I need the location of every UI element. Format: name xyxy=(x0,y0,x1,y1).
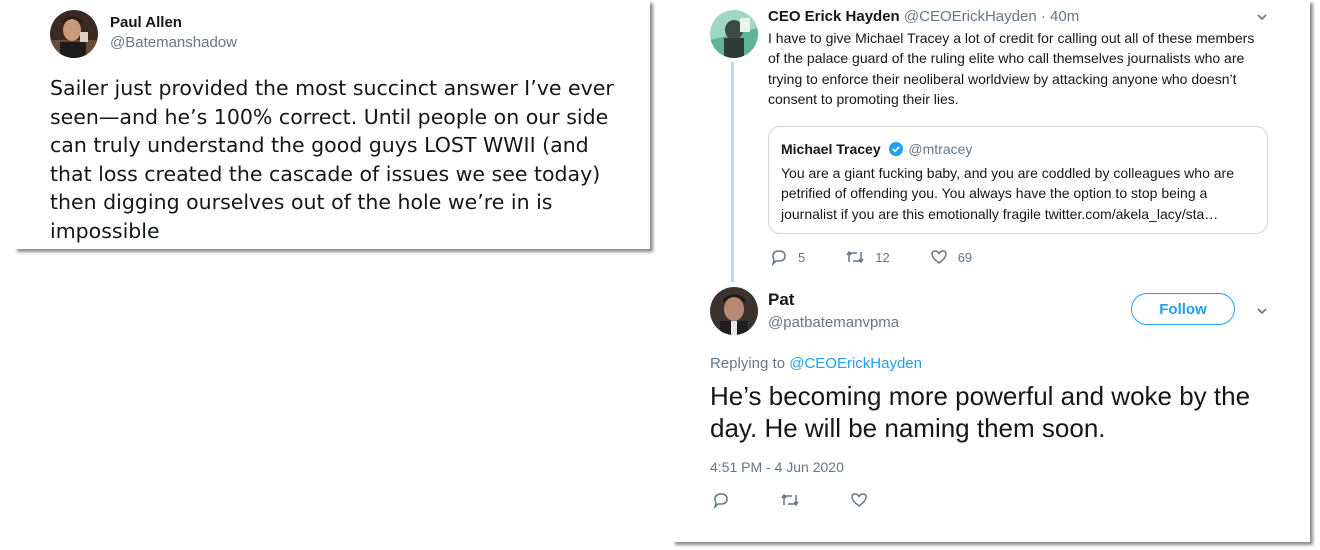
replying-to: Replying to @CEOErickHayden xyxy=(710,355,922,372)
paul-allen-avatar[interactable] xyxy=(50,10,98,58)
reply-author-handle[interactable]: @patbatemanvpma xyxy=(768,314,899,331)
heart-icon xyxy=(851,493,867,507)
retweet-action[interactable]: 12 xyxy=(845,248,890,266)
tweet-age[interactable]: · 40m xyxy=(1041,8,1079,25)
like-action[interactable] xyxy=(850,491,878,509)
chevron-down-icon[interactable] xyxy=(1257,12,1267,22)
quoted-author-handle: @mtracey xyxy=(908,141,973,157)
ceo-erick-hayden-avatar[interactable] xyxy=(710,10,758,58)
quoted-text: You are a giant fucking baby, and you ar… xyxy=(781,165,1234,222)
reply-action[interactable] xyxy=(712,491,740,509)
like-action[interactable]: 69 xyxy=(930,248,972,266)
quoted-header: Michael Tracey @mtracey xyxy=(781,141,972,157)
tweet-header: CEO Erick Hayden @CEOErickHayden · 40m xyxy=(768,8,1079,25)
author-handle[interactable]: @Batemanshadow xyxy=(110,34,237,51)
tweet-text: Sailer just provided the most succinct a… xyxy=(50,76,614,243)
author-handle[interactable]: @CEOErickHayden xyxy=(904,8,1037,25)
reply-tweet-text: He’s becoming more powerful and woke by … xyxy=(710,381,1251,443)
retweet-icon xyxy=(781,493,799,507)
like-count: 69 xyxy=(957,249,973,265)
replying-prefix: Replying to xyxy=(710,355,786,372)
right-tweet-card: CEO Erick Hayden @CEOErickHayden · 40m I… xyxy=(672,0,1310,542)
quoted-author-name: Michael Tracey xyxy=(781,141,881,157)
chevron-down-icon[interactable] xyxy=(1257,306,1267,316)
reply-icon xyxy=(771,250,786,266)
reply-icon xyxy=(713,493,728,509)
heart-icon xyxy=(930,250,947,264)
follow-button[interactable]: Follow xyxy=(1131,293,1235,325)
thread-connector xyxy=(731,62,734,282)
author-name[interactable]: CEO Erick Hayden xyxy=(768,8,900,25)
tweet-text: I have to give Michael Tracey a lot of c… xyxy=(768,30,1255,107)
retweet-icon xyxy=(846,250,864,264)
pat-avatar[interactable] xyxy=(710,287,758,335)
replying-mention-link[interactable]: @CEOErickHayden xyxy=(789,355,922,372)
reply-count: 5 xyxy=(798,249,806,265)
quoted-tweet[interactable]: Michael Tracey @mtracey You are a giant … xyxy=(768,126,1268,234)
retweet-count: 12 xyxy=(875,249,890,265)
tweet-actions: 5 12 69 xyxy=(770,248,1012,266)
retweet-action[interactable] xyxy=(780,491,810,509)
reply-actions xyxy=(712,491,918,509)
reply-author-name[interactable]: Pat xyxy=(768,290,794,310)
reply-action[interactable]: 5 xyxy=(770,248,805,266)
verified-badge-icon xyxy=(888,142,903,156)
reply-timestamp[interactable]: 4:51 PM - 4 Jun 2020 xyxy=(710,459,844,475)
author-name[interactable]: Paul Allen xyxy=(110,14,182,31)
left-tweet-card: Paul Allen @Batemanshadow Sailer just pr… xyxy=(14,0,650,249)
